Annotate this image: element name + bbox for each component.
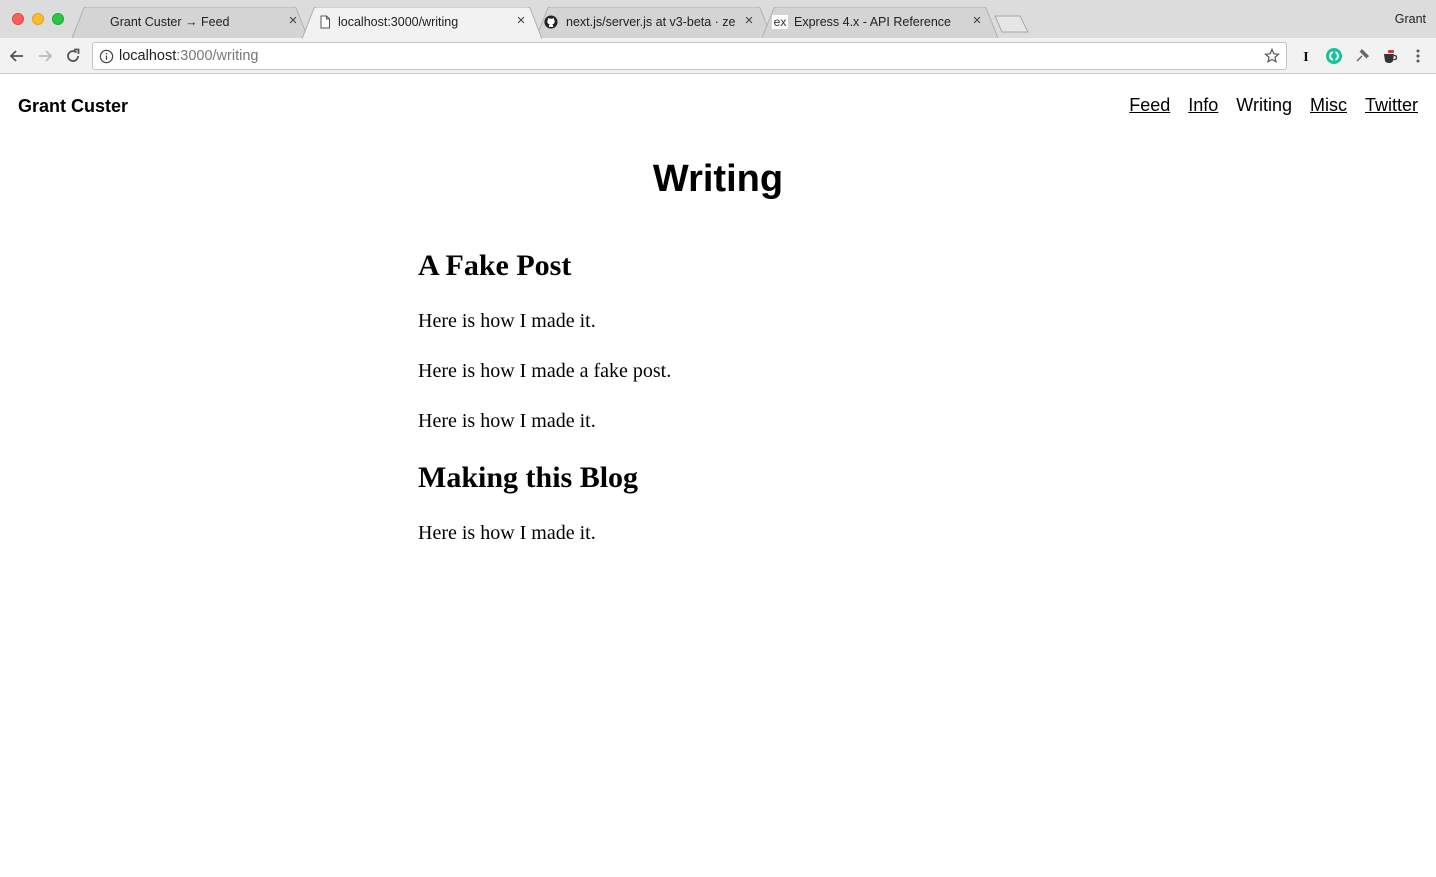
tab-feed[interactable]: Grant Custer → Feed ×	[72, 7, 308, 38]
post: Making this Blog Here is how I made it.	[418, 458, 1018, 546]
post: A Fake Post Here is how I made it. Here …	[418, 246, 1018, 434]
browser-toolbar: localhost:3000/writing I	[0, 38, 1436, 74]
instapaper-i-icon[interactable]: I	[1297, 47, 1315, 65]
pin-icon[interactable]	[1353, 47, 1371, 65]
page-title: Writing	[652, 158, 784, 200]
coffee-icon[interactable]	[1381, 47, 1399, 65]
post-paragraph: Here is how I made it.	[418, 410, 596, 432]
bookmark-star-icon[interactable]	[1264, 48, 1280, 64]
tab-github[interactable]: next.js/server.js at v3-beta · ze ×	[536, 7, 772, 38]
tab-express[interactable]: ex Express 4.x - API Reference ×	[762, 7, 998, 38]
reload-icon[interactable]	[63, 46, 83, 66]
back-arrow-icon[interactable]	[7, 46, 27, 66]
post-paragraph: Here is how I made it.	[418, 310, 596, 332]
close-tab-icon[interactable]: ×	[514, 13, 528, 29]
tab-writing[interactable]: localhost:3000/writing ×	[302, 7, 542, 39]
site-nav: Feed Info Writing Misc Twitter	[1129, 95, 1418, 116]
close-tab-icon[interactable]: ×	[742, 13, 756, 29]
nav-link-feed[interactable]: Feed	[1129, 95, 1170, 116]
tab-strip: Grant Custer → Feed × next.js/server.js …	[0, 0, 1436, 39]
tab-title: Express 4.x - API Reference	[794, 15, 952, 29]
document-icon	[320, 15, 330, 29]
tab-title: Grant Custer → Feed	[110, 15, 230, 29]
github-icon	[544, 15, 558, 29]
forward-arrow-icon[interactable]	[35, 46, 55, 66]
post-paragraph: Here is how I made it.	[418, 522, 596, 544]
post-paragraph: Here is how I made a fake post.	[418, 360, 672, 382]
nav-link-info[interactable]: Info	[1188, 95, 1218, 116]
tab-title: next.js/server.js at v3-beta · ze	[566, 15, 736, 29]
post-title[interactable]: Making this Blog	[418, 458, 1018, 498]
close-window-button[interactable]	[12, 13, 24, 25]
close-tab-icon[interactable]: ×	[286, 13, 300, 29]
profile-name[interactable]: Grant	[1395, 12, 1426, 26]
tab-title: localhost:3000/writing	[338, 15, 459, 29]
url-text[interactable]: localhost:3000/writing	[119, 48, 258, 64]
site-title[interactable]: Grant Custer	[18, 96, 128, 117]
menu-dots-icon[interactable]	[1409, 47, 1427, 65]
svg-text:I: I	[1303, 50, 1308, 65]
close-tab-icon[interactable]: ×	[970, 13, 984, 29]
nav-link-twitter[interactable]: Twitter	[1365, 95, 1418, 116]
post-list: A Fake Post Here is how I made it. Here …	[418, 246, 1018, 570]
nav-link-misc[interactable]: Misc	[1310, 95, 1347, 116]
new-tab-button[interactable]	[994, 15, 1030, 33]
nav-link-writing[interactable]: Writing	[1236, 95, 1292, 116]
url-path: :3000/writing	[176, 48, 259, 64]
address-bar[interactable]: localhost:3000/writing	[92, 42, 1287, 70]
info-icon[interactable]	[99, 49, 114, 64]
site-header: Grant Custer Feed Info Writing Misc Twit…	[0, 74, 1436, 138]
express-ex-icon: ex	[772, 15, 788, 29]
url-host: localhost	[119, 48, 177, 64]
grammarly-icon[interactable]	[1325, 47, 1343, 65]
post-title[interactable]: A Fake Post	[418, 246, 1018, 286]
zoom-window-button[interactable]	[52, 13, 64, 25]
minimize-window-button[interactable]	[32, 13, 44, 25]
